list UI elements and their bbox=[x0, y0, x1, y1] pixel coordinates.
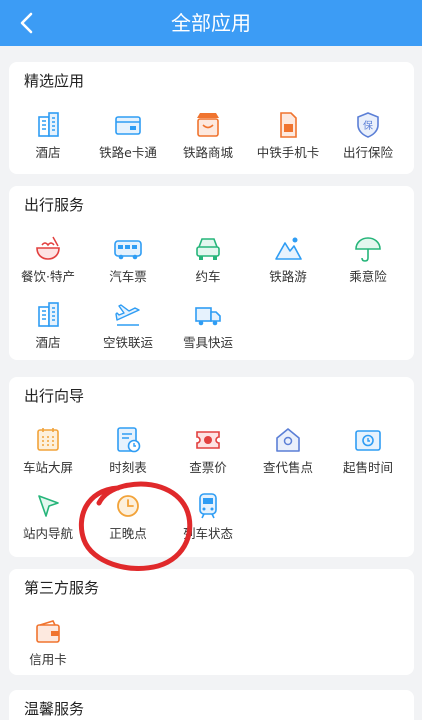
section-title: 温馨服务 bbox=[24, 700, 85, 718]
bus-icon bbox=[114, 240, 142, 260]
timetable-icon bbox=[117, 427, 141, 453]
hotel-icon bbox=[38, 302, 59, 327]
app-item-sale-time[interactable]: 起售时间 bbox=[329, 425, 407, 481]
app-item-label: 铁路游 bbox=[269, 269, 307, 284]
app-item-food[interactable]: 餐饮·特产 bbox=[9, 234, 87, 290]
app-item-label: 空铁联运 bbox=[102, 335, 153, 350]
card-icon bbox=[115, 116, 141, 135]
section-title: 出行服务 bbox=[24, 196, 85, 214]
app-item-label: 汽车票 bbox=[109, 269, 147, 284]
section-featured: 精选应用 酒店 铁路e卡通 铁路商城 中铁手机卡 保 出行保险 bbox=[9, 62, 414, 174]
app-item-label: 正晚点 bbox=[109, 526, 147, 541]
mountain-icon bbox=[275, 237, 302, 260]
section-third-party: 第三方服务 信用卡 bbox=[9, 569, 414, 675]
section-title: 精选应用 bbox=[24, 72, 85, 90]
app-item-label: 餐饮·特产 bbox=[21, 269, 75, 284]
app-item-label: 列车状态 bbox=[182, 526, 233, 541]
app-item-ride[interactable]: 约车 bbox=[169, 234, 247, 290]
app-item-insurance[interactable]: 保 出行保险 bbox=[329, 110, 407, 166]
hotel-icon bbox=[38, 112, 59, 137]
app-item-bus-ticket[interactable]: 汽车票 bbox=[89, 234, 167, 290]
app-item-label: 酒店 bbox=[35, 145, 61, 160]
app-item-e-card[interactable]: 铁路e卡通 bbox=[89, 110, 167, 166]
sale-time-icon bbox=[355, 430, 381, 451]
app-item-agency[interactable]: 查代售点 bbox=[249, 425, 327, 481]
app-item-label: 车站大屏 bbox=[22, 460, 73, 475]
sim-icon bbox=[280, 112, 297, 138]
navigation-icon bbox=[38, 495, 59, 517]
app-item-sim[interactable]: 中铁手机卡 bbox=[249, 110, 327, 166]
app-item-label: 约车 bbox=[195, 269, 221, 284]
shop-icon bbox=[197, 113, 219, 137]
app-item-on-time[interactable]: 正晚点 bbox=[89, 491, 167, 547]
app-item-label: 乘意险 bbox=[349, 269, 387, 284]
insurance-icon: 保 bbox=[357, 112, 379, 138]
app-item-label: 酒店 bbox=[35, 335, 61, 350]
wallet-icon bbox=[36, 620, 60, 643]
section-travel-services: 出行服务 餐饮·特产 汽车票 约车 铁路游 乘意险 酒店 空铁联运 雪具快运 bbox=[9, 186, 414, 360]
app-item-label: 起售时间 bbox=[342, 460, 393, 475]
app-item-travel-insurance[interactable]: 乘意险 bbox=[329, 234, 407, 290]
food-icon bbox=[36, 236, 60, 260]
app-item-label: 查代售点 bbox=[262, 460, 313, 475]
section-title: 出行向导 bbox=[24, 387, 85, 405]
app-item-label: 信用卡 bbox=[29, 652, 67, 667]
screen-icon bbox=[37, 428, 59, 451]
car-icon bbox=[196, 238, 220, 260]
agency-icon bbox=[276, 428, 300, 452]
app-item-station-nav[interactable]: 站内导航 bbox=[9, 491, 87, 547]
app-item-rail-tour[interactable]: 铁路游 bbox=[249, 234, 327, 290]
app-item-fare[interactable]: 查票价 bbox=[169, 425, 247, 481]
app-item-timetable[interactable]: 时刻表 bbox=[89, 425, 167, 481]
umbrella-icon bbox=[355, 237, 381, 262]
truck-icon bbox=[195, 307, 221, 326]
app-item-label: 雪具快运 bbox=[182, 335, 233, 350]
section-care-services: 温馨服务 bbox=[9, 690, 414, 720]
app-item-credit-card[interactable]: 信用卡 bbox=[9, 617, 87, 673]
app-header: 全部应用 bbox=[0, 0, 422, 46]
app-item-air-rail[interactable]: 空铁联运 bbox=[89, 300, 167, 356]
app-item-mall[interactable]: 铁路商城 bbox=[169, 110, 247, 166]
app-item-label: 站内导航 bbox=[22, 526, 73, 541]
app-item-label: 中铁手机卡 bbox=[256, 145, 320, 160]
app-item-label: 铁路商城 bbox=[182, 145, 233, 160]
section-title: 第三方服务 bbox=[24, 579, 100, 597]
clock-icon bbox=[117, 495, 139, 517]
section-travel-guide: 出行向导 车站大屏 时刻表 查票价 查代售点 起售时间 站内导航 正晚点 列车状… bbox=[9, 377, 414, 557]
page-title: 全部应用 bbox=[171, 11, 251, 35]
app-item-label: 铁路e卡通 bbox=[99, 145, 157, 160]
plane-icon bbox=[115, 304, 140, 326]
ticket-price-icon bbox=[196, 431, 220, 449]
app-item-hotel[interactable]: 酒店 bbox=[9, 110, 87, 166]
app-item-label: 查票价 bbox=[189, 460, 227, 475]
app-item-station-screen[interactable]: 车站大屏 bbox=[9, 425, 87, 481]
svg-text:保: 保 bbox=[363, 119, 373, 132]
train-icon bbox=[199, 493, 217, 519]
app-item-hotel-2[interactable]: 酒店 bbox=[9, 300, 87, 356]
app-item-label: 出行保险 bbox=[342, 145, 393, 160]
app-item-label: 时刻表 bbox=[109, 460, 147, 475]
app-item-ski-freight[interactable]: 雪具快运 bbox=[169, 300, 247, 356]
app-item-train-status[interactable]: 列车状态 bbox=[169, 491, 247, 547]
